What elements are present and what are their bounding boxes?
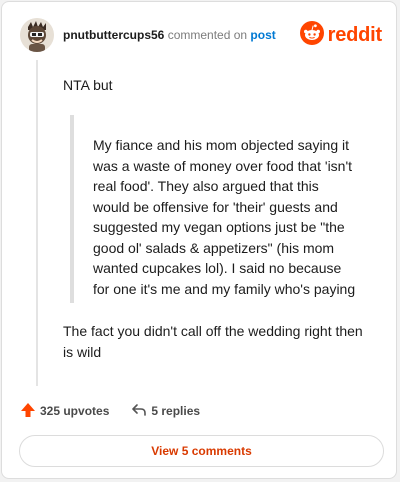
quote-block: My fiance and his mom objected saying it…: [70, 115, 370, 303]
reddit-brand[interactable]: reddit: [299, 20, 383, 50]
reddit-wordmark: reddit: [327, 23, 383, 46]
body-line: The fact you didn't call off the wedding…: [63, 323, 363, 339]
upvote-button[interactable]: 325 upvotes: [20, 402, 109, 421]
thread-line: [36, 60, 38, 386]
comment-intro-text: NTA but: [63, 77, 113, 93]
quote-line: would be offensive for 'their' guests an…: [93, 198, 338, 215]
action-bar: 325 upvotes 5 replies: [20, 402, 200, 420]
username-link[interactable]: pnutbuttercups56: [63, 28, 164, 42]
comment-body-text: The fact you didn't call off the wedding…: [63, 321, 383, 362]
body-line: is wild: [63, 343, 102, 360]
replies-count: 5 replies: [151, 404, 201, 418]
quote-line: real food'. They also argued that this: [93, 178, 319, 194]
quote-line: wanted cupcakes lol). I said no because: [93, 260, 342, 276]
avatar[interactable]: [20, 18, 54, 52]
upvote-arrow-icon: [20, 402, 36, 421]
quote-text: My fiance and his mom objected saying it…: [93, 135, 371, 299]
reddit-logo-icon: [299, 20, 324, 50]
quote-line: good ol' salads & appetizers" (his mom: [93, 239, 335, 256]
post-link[interactable]: post: [250, 28, 275, 42]
comment-action-text: commented on: [167, 28, 248, 42]
quote-line: suggested my vegan options just be "the: [93, 219, 345, 235]
quote-line: My fiance and his mom objected saying it: [93, 137, 350, 153]
replies-button[interactable]: 5 replies: [131, 402, 200, 421]
quote-line: was a waste of money over food that 'isn…: [93, 157, 353, 174]
upvote-count: 325 upvotes: [40, 404, 110, 418]
comment-header: pnutbuttercups56 commented on post reddi…: [20, 18, 382, 54]
quote-line: for one it's me and my family who's payi…: [93, 280, 356, 297]
comment-card: pnutbuttercups56 commented on post reddi…: [1, 1, 397, 479]
reply-arrow-icon: [131, 402, 147, 421]
comment-meta: pnutbuttercups56 commented on post: [63, 28, 276, 42]
view-comments-button[interactable]: View 5 comments: [19, 435, 384, 467]
